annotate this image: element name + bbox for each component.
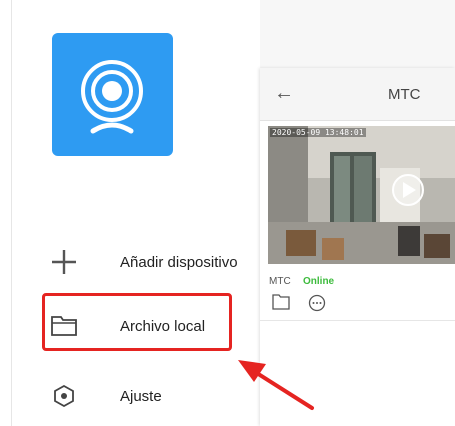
red-arrow-icon bbox=[238, 360, 314, 410]
menu-item-label: Añadir dispositivo bbox=[120, 253, 238, 271]
plus-icon bbox=[48, 246, 80, 278]
timestamp-overlay: 2020-05-09 13:48:01 bbox=[270, 128, 366, 137]
camera-icon bbox=[81, 60, 143, 134]
message-icon[interactable] bbox=[308, 294, 326, 317]
device-name: MTC bbox=[269, 276, 291, 287]
camera-snapshot-image bbox=[268, 126, 455, 264]
highlight-box bbox=[42, 293, 232, 351]
panel-divider bbox=[260, 320, 455, 321]
folder-icon[interactable] bbox=[272, 294, 290, 315]
side-drawer: Añadir dispositivo Archivo local Ajuste bbox=[0, 0, 260, 426]
panel-header: ← MTC bbox=[260, 68, 455, 121]
drawer-divider bbox=[11, 0, 12, 426]
menu-item-add-device[interactable]: Añadir dispositivo bbox=[40, 242, 250, 282]
menu-item-settings[interactable]: Ajuste bbox=[40, 376, 250, 416]
menu-item-label: Ajuste bbox=[120, 387, 162, 405]
app-logo bbox=[52, 33, 173, 156]
settings-hexagon-icon bbox=[48, 380, 80, 412]
panel-title: MTC bbox=[388, 86, 421, 103]
camera-preview[interactable]: 2020-05-09 13:48:01 bbox=[268, 126, 455, 264]
back-arrow-icon[interactable]: ← bbox=[274, 82, 294, 105]
device-status: Online bbox=[303, 276, 335, 287]
